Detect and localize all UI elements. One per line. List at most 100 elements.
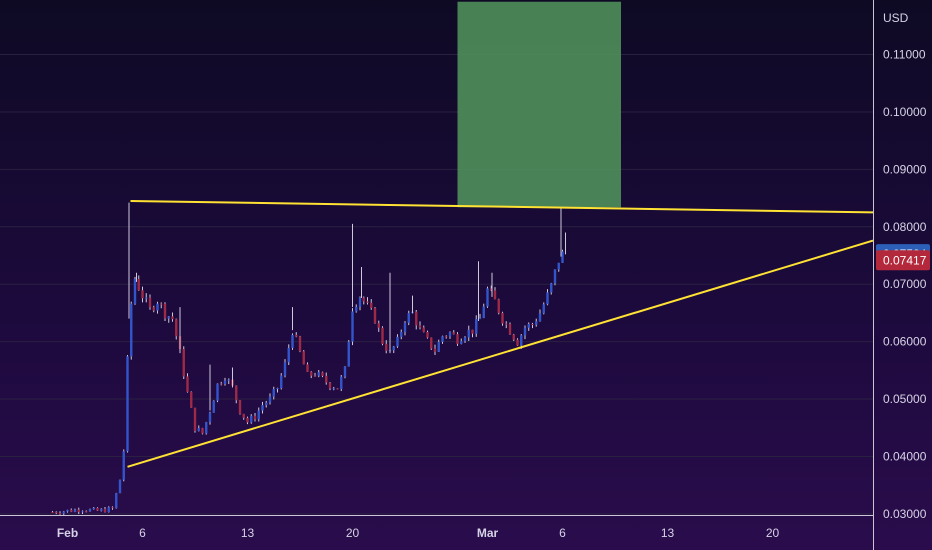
candle-body	[377, 323, 380, 328]
candle-body	[422, 327, 425, 333]
candle-body	[370, 302, 373, 308]
candle-body	[358, 297, 362, 307]
candle-body	[261, 405, 264, 411]
candle-body	[85, 511, 88, 513]
support-trendline[interactable]	[127, 239, 874, 468]
candle-body	[306, 364, 309, 372]
candle-body	[535, 321, 538, 325]
candle-body	[400, 331, 403, 337]
candle-body	[156, 303, 159, 311]
candle-body	[175, 319, 178, 337]
candle-body	[550, 283, 553, 293]
date-tick-label: 13	[241, 526, 255, 540]
candle-body	[163, 303, 167, 319]
candle-body	[287, 347, 290, 363]
candle-body	[73, 509, 77, 512]
currency-label: USD	[883, 11, 909, 25]
candle-body	[482, 306, 485, 318]
candle-body	[347, 341, 350, 367]
candle-body	[137, 279, 140, 291]
candle-body	[415, 311, 418, 326]
candle-body	[516, 339, 519, 346]
candle-body	[362, 297, 365, 302]
candle-body	[148, 297, 152, 308]
candle-body	[272, 388, 275, 397]
price-tick-label: 0.11000	[883, 48, 926, 62]
candle-body	[182, 349, 185, 377]
candle-body	[197, 428, 200, 431]
candle-body	[448, 332, 452, 337]
prev-close-badge-label: 0.07417	[883, 253, 927, 267]
candle-body	[58, 513, 62, 515]
candle-body	[130, 303, 133, 357]
candle-body	[531, 323, 534, 325]
candle-body	[475, 319, 478, 334]
candle-body	[460, 341, 463, 344]
price-tick-label: 0.09000	[883, 162, 927, 176]
date-tick-label: 6	[559, 526, 566, 540]
candle-body	[478, 317, 482, 320]
candle-body	[433, 348, 437, 352]
date-tick-label: Mar	[477, 526, 499, 540]
candle-body	[523, 327, 527, 336]
candle-body	[220, 383, 223, 385]
candle-body	[160, 303, 163, 305]
candle-body	[283, 362, 287, 376]
candle-body	[223, 380, 227, 384]
candle-body	[186, 376, 189, 392]
candle-body	[77, 509, 80, 512]
candle-body	[557, 262, 560, 270]
price-badges: 0.075240.07417	[876, 244, 930, 271]
candle-body	[351, 311, 354, 342]
candle-body	[167, 316, 170, 319]
candle-body	[152, 307, 155, 311]
candle-body	[538, 313, 542, 322]
candle-body	[246, 417, 249, 423]
candle-body	[235, 385, 238, 401]
target-zone-box[interactable]	[457, 1, 622, 208]
candle-body	[366, 301, 369, 303]
candle-body	[317, 372, 320, 376]
candle-body	[103, 508, 107, 513]
candle-body	[295, 334, 298, 337]
candle-body	[520, 335, 523, 346]
candle-body	[122, 451, 125, 480]
candle-body	[456, 334, 459, 344]
candle-body	[96, 507, 99, 511]
price-axis[interactable]: USD 0.110000.100000.090000.080000.070000…	[873, 0, 931, 550]
candle-body	[62, 511, 65, 514]
candle-body	[298, 336, 302, 352]
chart-canvas[interactable]: USD 0.110000.100000.090000.080000.070000…	[0, 0, 932, 550]
price-chart[interactable]: USD 0.11000 0.10000 0.09000 0.08000 0.07000 0…	[0, 0, 932, 550]
candle-body	[70, 509, 73, 512]
candle-body	[171, 316, 174, 320]
candle-body	[512, 334, 515, 340]
time-axis[interactable]: Feb 6 13 20 Mar 6 13 20	[0, 515, 873, 541]
candle-body	[268, 396, 272, 403]
candle-body	[81, 511, 84, 513]
target-zone-layer	[457, 1, 622, 208]
candle-body	[133, 279, 137, 304]
date-tick-label: 6	[139, 526, 146, 540]
candle-body	[88, 509, 92, 512]
candle-body	[328, 382, 332, 389]
price-tick-label: 0.10000	[883, 105, 927, 119]
price-tick-label: 0.07000	[883, 277, 927, 291]
candle-body	[486, 288, 489, 307]
price-tick-label: 0.04000	[883, 449, 927, 463]
candle-body	[193, 407, 197, 431]
date-tick-label: 13	[661, 526, 675, 540]
candle-body	[313, 375, 317, 377]
candle-body	[310, 371, 313, 376]
candle-body	[340, 376, 343, 390]
candle-body	[118, 479, 122, 494]
candle-body	[546, 292, 549, 305]
candle-body	[201, 428, 204, 434]
candle-body	[66, 509, 69, 512]
candle-body	[141, 290, 144, 299]
date-tick-label: 20	[346, 526, 360, 540]
candle-body	[445, 336, 448, 338]
grid-lines	[0, 54, 873, 515]
candle-body	[381, 327, 384, 344]
candle-body	[291, 334, 294, 348]
